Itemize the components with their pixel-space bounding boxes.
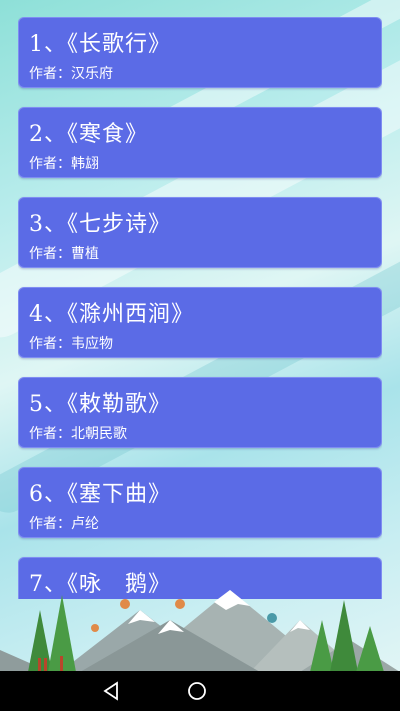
- poem-card-5[interactable]: 5、《敕勒歌》 作者：北朝民歌: [18, 377, 382, 448]
- poem-author: 作者：曹植: [29, 246, 99, 262]
- poem-card-4[interactable]: 4、《滁州西涧》 作者：韦应物: [18, 287, 382, 358]
- poem-card-2[interactable]: 2、《寒食》 作者：韩翃: [18, 107, 382, 178]
- poem-author: 作者：韦应物: [29, 336, 113, 352]
- poem-card-6[interactable]: 6、《塞下曲》 作者：卢纶: [18, 467, 382, 538]
- system-navigation-bar: [0, 671, 400, 711]
- home-circle-icon[interactable]: [186, 680, 208, 702]
- tree-icon: [330, 600, 358, 672]
- poem-author: 作者：卢纶: [29, 516, 99, 532]
- poem-title: 3、《七步诗》: [29, 212, 171, 237]
- back-triangle-icon[interactable]: [100, 680, 122, 702]
- poem-title: 4、《滁州西涧》: [29, 302, 194, 327]
- poem-title: 1、《长歌行》: [29, 32, 171, 57]
- poem-author: 作者：北朝民歌: [29, 426, 127, 442]
- mountain-scenery: [0, 590, 400, 672]
- poem-title: 2、《寒食》: [29, 122, 148, 147]
- poem-author: 作者：韩翃: [29, 156, 99, 172]
- poem-author: 作者：汉乐府: [29, 66, 113, 82]
- poem-card-3[interactable]: 3、《七步诗》 作者：曹植: [18, 197, 382, 268]
- poem-list[interactable]: 1、《长歌行》 作者：汉乐府 2、《寒食》 作者：韩翃 3、《七步诗》 作者：曹…: [18, 17, 382, 599]
- poem-title: 6、《塞下曲》: [29, 482, 171, 507]
- poem-card-1[interactable]: 1、《长歌行》 作者：汉乐府: [18, 17, 382, 88]
- poem-title: 5、《敕勒歌》: [29, 392, 171, 417]
